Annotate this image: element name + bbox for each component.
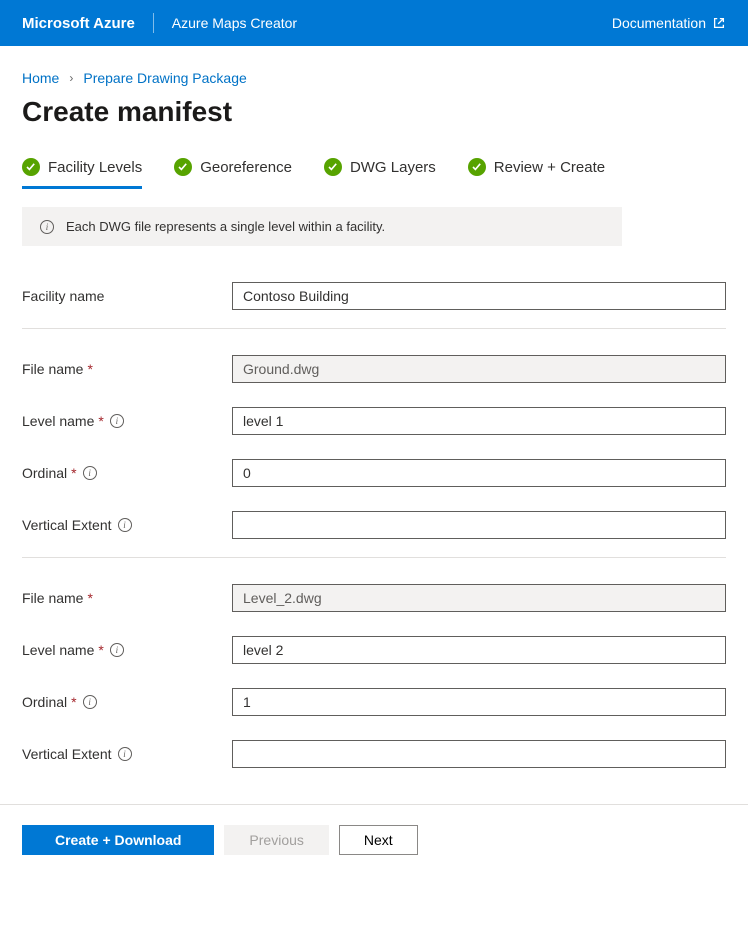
level-name-label: Level name * i [22,413,232,429]
check-circle-icon [174,158,192,176]
ordinal-label: Ordinal * i [22,694,232,710]
file-name-input [232,584,726,612]
file-name-label: File name * [22,590,232,606]
breadcrumb-home[interactable]: Home [22,70,59,86]
breadcrumb: Home › Prepare Drawing Package [22,70,726,86]
vertical-extent-input[interactable] [232,740,726,768]
documentation-label: Documentation [612,15,706,31]
previous-button: Previous [224,825,328,855]
page-title: Create manifest [22,96,726,128]
file-name-label: File name * [22,361,232,377]
info-banner: i Each DWG file represents a single leve… [22,207,622,246]
tab-review-create[interactable]: Review + Create [468,158,605,189]
file-name-input [232,355,726,383]
next-button[interactable]: Next [339,825,418,855]
info-icon[interactable]: i [83,695,97,709]
vertical-extent-input[interactable] [232,511,726,539]
app-title: Azure Maps Creator [172,15,297,31]
ordinal-label: Ordinal * i [22,465,232,481]
ordinal-input[interactable] [232,459,726,487]
footer-actions: Create + Download Previous Next [0,804,748,885]
facility-name-label: Facility name [22,288,232,304]
check-circle-icon [324,158,342,176]
info-icon[interactable]: i [118,747,132,761]
info-icon: i [40,220,54,234]
level-section-0: File name * Level name * i Ordinal * i V… [22,355,726,558]
level-name-input[interactable] [232,407,726,435]
breadcrumb-prepare[interactable]: Prepare Drawing Package [83,70,246,86]
level-section-1: File name * Level name * i Ordinal * i V… [22,584,726,786]
facility-name-input[interactable] [232,282,726,310]
chevron-right-icon: › [69,71,73,85]
wizard-tabs: Facility Levels Georeference DWG Layers … [22,158,726,189]
info-icon[interactable]: i [118,518,132,532]
tab-label: Facility Levels [48,159,142,176]
tab-label: Review + Create [494,159,605,176]
level-name-label: Level name * i [22,642,232,658]
vertical-extent-label: Vertical Extent i [22,517,232,533]
ordinal-input[interactable] [232,688,726,716]
create-download-button[interactable]: Create + Download [22,825,214,855]
check-circle-icon [468,158,486,176]
tab-georeference[interactable]: Georeference [174,158,292,189]
tab-label: DWG Layers [350,159,436,176]
info-icon[interactable]: i [110,414,124,428]
vertical-extent-label: Vertical Extent i [22,746,232,762]
header-bar: Microsoft Azure Azure Maps Creator Docum… [0,0,748,46]
header-divider [153,13,154,33]
tab-label: Georeference [200,159,292,176]
brand-label: Microsoft Azure [22,15,135,32]
facility-name-section: Facility name [22,282,726,329]
main-content: Home › Prepare Drawing Package Create ma… [0,46,748,786]
info-icon[interactable]: i [110,643,124,657]
level-name-input[interactable] [232,636,726,664]
tab-dwg-layers[interactable]: DWG Layers [324,158,436,189]
external-link-icon [712,16,726,30]
tab-facility-levels[interactable]: Facility Levels [22,158,142,189]
info-icon[interactable]: i [83,466,97,480]
documentation-link[interactable]: Documentation [612,15,726,31]
check-circle-icon [22,158,40,176]
info-banner-text: Each DWG file represents a single level … [66,219,385,234]
